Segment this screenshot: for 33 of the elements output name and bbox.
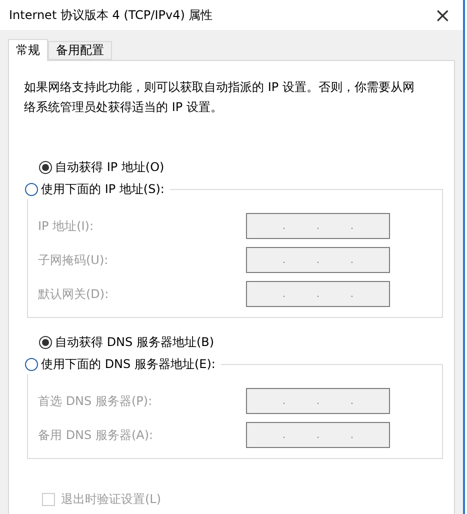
separator-dot: . — [282, 430, 286, 440]
separator-dot: . — [282, 396, 286, 406]
radio-label[interactable]: 自动获得 DNS 服务器地址(B) — [55, 334, 214, 350]
separator-dot: . — [350, 288, 354, 300]
field-label: 默认网关(D): — [38, 286, 109, 302]
radio-button[interactable] — [25, 358, 38, 370]
radio-label[interactable]: 使用下面的 IP 地址(S): — [41, 180, 164, 198]
field-label: 子网掩码(U): — [38, 252, 108, 268]
field-label: 备用 DNS 服务器(A): — [38, 426, 154, 444]
separator-dot: . — [316, 288, 320, 300]
separator-dot: . — [316, 254, 320, 266]
tab[interactable]: 常规 — [8, 39, 48, 61]
radio-label[interactable]: 使用下面的 DNS 服务器地址(E): — [41, 356, 216, 372]
radio-label[interactable]: 自动获得 IP 地址(O) — [55, 158, 164, 176]
separator-dot: . — [316, 220, 320, 232]
radio-button[interactable] — [39, 336, 52, 348]
separator-dot: . — [316, 396, 320, 406]
close-button[interactable]: × — [430, 5, 455, 25]
separator-dot: . — [316, 430, 320, 440]
description-text: 如果网络支持此功能，则可以获取自动指派的 IP 设置。否则，你需要从网络系统管理员处获得适当的 IP 设置。 — [24, 79, 416, 116]
radio-button[interactable] — [25, 182, 38, 196]
separator-dot: . — [350, 430, 354, 440]
separator-dot: . — [350, 396, 354, 406]
tab[interactable]: 备用配置 — [48, 41, 112, 60]
radio-button[interactable] — [39, 160, 52, 174]
separator-dot: . — [282, 254, 286, 266]
separator-dot: . — [350, 254, 354, 266]
separator-dot: . — [282, 220, 286, 232]
field-label: 首选 DNS 服务器(P): — [38, 392, 152, 410]
separator-dot: . — [350, 220, 354, 232]
field-label: IP 地址(I): — [38, 218, 94, 234]
separator-dot: . — [282, 288, 286, 300]
window-title: Internet 协议版本 4 (TCP/IPv4) 属性 — [9, 6, 213, 24]
